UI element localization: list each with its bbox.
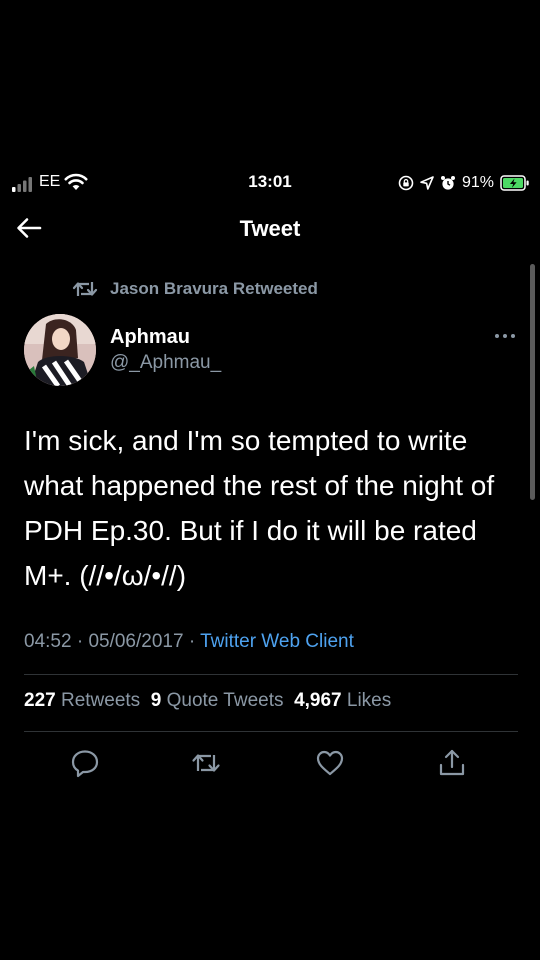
author-name[interactable]: Aphmau	[110, 326, 190, 349]
meta-separator: ·	[188, 631, 196, 652]
battery-icon	[500, 175, 529, 191]
scrollbar[interactable]	[530, 264, 535, 500]
divider	[24, 731, 518, 732]
divider	[24, 674, 518, 675]
like-icon[interactable]	[315, 748, 345, 778]
top-blank-area	[0, 0, 540, 155]
author-handle[interactable]: @_Aphmau_	[110, 352, 221, 374]
alarm-icon	[440, 176, 455, 190]
share-icon[interactable]	[437, 748, 467, 778]
action-bar	[0, 744, 540, 784]
likes-count: 4,967	[294, 690, 342, 711]
more-icon[interactable]	[492, 326, 518, 346]
tweet-time[interactable]: 04:52	[24, 631, 72, 652]
location-icon	[420, 176, 434, 190]
quote-tweets-stat[interactable]: 9 Quote Tweets	[151, 690, 284, 711]
reply-icon[interactable]	[70, 748, 100, 778]
retweet-context: Jason Bravura Retweeted	[72, 277, 318, 301]
likes-label: Likes	[346, 690, 392, 711]
tweet-stats: 227 Retweets 9 Quote Tweets 4,967 Likes	[24, 690, 391, 712]
battery-percent: 91%	[461, 174, 494, 191]
quote-count: 9	[150, 690, 162, 711]
tweet-date[interactable]: 05/06/2017	[88, 631, 183, 652]
tweet-meta: 04:52 · 05/06/2017 · Twitter Web Client	[24, 631, 354, 653]
tweet-client-link[interactable]: Twitter Web Client	[200, 631, 354, 652]
retweeted-by-label[interactable]: Jason Bravura Retweeted	[110, 279, 318, 299]
meta-separator: ·	[76, 631, 84, 652]
avatar[interactable]	[24, 314, 96, 386]
retweets-label: Retweets	[60, 690, 141, 711]
quote-label: Quote Tweets	[166, 690, 284, 711]
tweet-text: I'm sick, and I'm so tempted to write wh…	[24, 425, 495, 591]
navigation-bar: Tweet	[0, 204, 540, 252]
status-bar: EE 13:01 91%	[0, 164, 540, 200]
retweets-count: 227	[24, 690, 56, 711]
retweets-stat[interactable]: 227 Retweets	[24, 690, 140, 711]
screen-lock-icon	[398, 175, 414, 191]
likes-stat[interactable]: 4,967 Likes	[294, 690, 391, 711]
retweet-action-icon[interactable]	[191, 748, 221, 778]
retweet-icon	[72, 282, 98, 296]
avatar-image	[24, 314, 96, 386]
page-title: Tweet	[239, 216, 301, 241]
